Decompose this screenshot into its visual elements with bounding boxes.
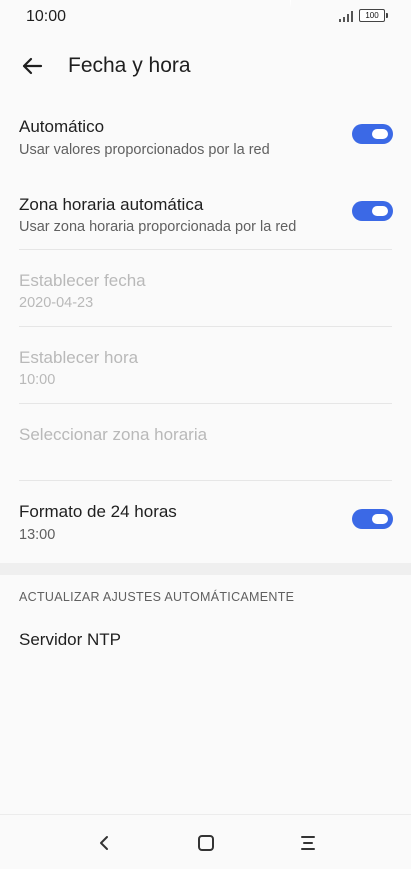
divider [19, 480, 392, 481]
setting-establecer-fecha[interactable]: Establecer fecha 2020-04-23 [0, 262, 411, 326]
signal-icon [339, 10, 353, 22]
divider [19, 249, 392, 250]
automatico-toggle[interactable] [352, 124, 393, 144]
navigation-bar [0, 814, 411, 869]
status-time: 10:00 [26, 8, 67, 25]
setting-title: Automático [19, 117, 105, 136]
section-separator [0, 563, 411, 575]
status-icons: 100 [339, 9, 388, 22]
back-button[interactable] [16, 50, 48, 82]
nav-menu-button[interactable] [294, 829, 322, 857]
menu-icon [301, 836, 315, 850]
battery-icon: 100 [359, 9, 388, 22]
section-header: ACTUALIZAR AJUSTES AUTOMÁTICAMENTE [19, 590, 295, 604]
divider [19, 403, 392, 404]
setting-title: Formato de 24 horas [19, 502, 177, 521]
setting-value: 2020-04-23 [19, 295, 94, 311]
setting-establecer-hora[interactable]: Establecer hora 10:00 [0, 339, 411, 403]
setting-subtitle: Usar zona horaria proporcionada por la r… [19, 219, 297, 235]
setting-title: Establecer hora [19, 348, 139, 367]
setting-value: 10:00 [19, 372, 56, 388]
camera-notch [120, 0, 291, 34]
setting-zona-automatica[interactable]: Zona horaria automática Usar zona horari… [0, 186, 411, 250]
formato-24-toggle[interactable] [352, 509, 393, 529]
setting-title: Servidor NTP [19, 630, 122, 649]
setting-automatico[interactable]: Automático Usar valores proporcionados p… [0, 108, 411, 172]
setting-formato-24[interactable]: Formato de 24 horas 13:00 [0, 493, 411, 557]
nav-home-button[interactable] [192, 829, 220, 857]
setting-subtitle: Usar valores proporcionados por la red [19, 142, 270, 158]
nav-back-button[interactable] [90, 829, 118, 857]
zona-automatica-toggle[interactable] [352, 201, 393, 221]
setting-value: 13:00 [19, 527, 56, 543]
setting-servidor-ntp[interactable]: Servidor NTP [0, 618, 411, 666]
back-chevron-icon [100, 836, 108, 850]
setting-seleccionar-zona[interactable]: Seleccionar zona horaria [0, 416, 411, 480]
setting-title: Zona horaria automática [19, 195, 204, 214]
divider [19, 326, 392, 327]
page-title: Fecha y hora [68, 54, 191, 77]
app-header: Fecha y hora [0, 40, 411, 92]
arrow-left-icon [22, 57, 43, 75]
home-square-icon [198, 835, 214, 851]
setting-title: Establecer fecha [19, 271, 146, 290]
status-bar: 10:00 100 [0, 0, 411, 34]
setting-title: Seleccionar zona horaria [19, 425, 208, 444]
